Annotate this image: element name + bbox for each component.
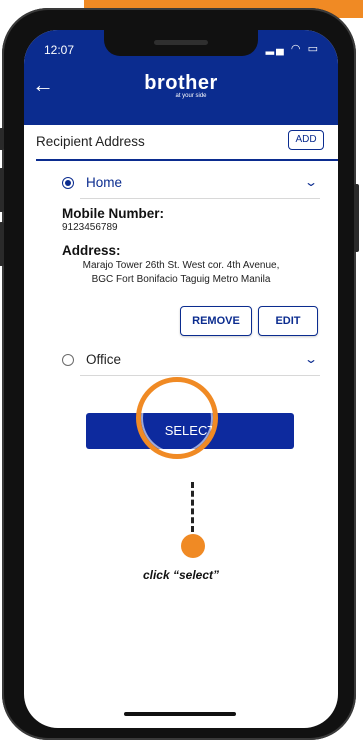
address-line-1: Marajo Tower 26th St. West cor. 4th Aven… <box>82 260 280 271</box>
callout-line <box>191 482 194 532</box>
notch <box>104 30 258 56</box>
logo-tagline: at your side <box>175 93 207 99</box>
instruction-text: click “select” <box>142 568 220 582</box>
phone-frame: 12:07 ▂▄ ◠ ▭ ← brother at your side Reci… <box>0 8 359 740</box>
address-line-2: BGC Fort Bonifacio Taguig Metro Manila <box>91 274 271 285</box>
mobile-number-label: Mobile Number: <box>62 206 165 221</box>
address-label: Address: <box>62 243 121 258</box>
add-address-button[interactable]: ADD <box>288 130 324 150</box>
power-button <box>354 184 359 252</box>
section-divider <box>36 159 338 161</box>
status-time: 12:07 <box>44 43 75 57</box>
mobile-number-value: 9123456789 <box>62 222 118 233</box>
divider <box>80 198 320 199</box>
highlight-ring <box>136 377 218 459</box>
office-radio[interactable] <box>62 354 74 366</box>
chevron-down-icon[interactable]: ⌄ <box>304 352 318 366</box>
brand-logo: brother at your side <box>24 72 338 99</box>
logo-text: brother <box>144 72 218 94</box>
app-screen: 12:07 ▂▄ ◠ ▭ ← brother at your side Reci… <box>24 30 338 728</box>
callout-dot <box>181 534 205 558</box>
wifi-icon: ◠ <box>290 43 303 55</box>
status-icons: ▂▄ ◠ ▭ <box>266 42 320 55</box>
volume-up-button <box>0 168 4 212</box>
home-radio[interactable] <box>62 177 74 189</box>
speaker-grill <box>154 40 208 45</box>
address-name-office[interactable]: Office <box>86 352 121 367</box>
battery-icon: ▭ <box>307 43 320 55</box>
divider <box>80 375 320 376</box>
volume-down-button <box>0 222 4 266</box>
section-title: Recipient Address <box>36 134 145 149</box>
mute-switch <box>0 128 4 150</box>
chevron-down-icon[interactable]: ⌄ <box>304 175 318 189</box>
home-indicator[interactable] <box>124 712 236 716</box>
edit-button[interactable]: EDIT <box>258 306 318 336</box>
remove-button[interactable]: REMOVE <box>180 306 252 336</box>
address-name-home[interactable]: Home <box>86 175 122 190</box>
signal-icon: ▂▄ <box>265 43 286 55</box>
